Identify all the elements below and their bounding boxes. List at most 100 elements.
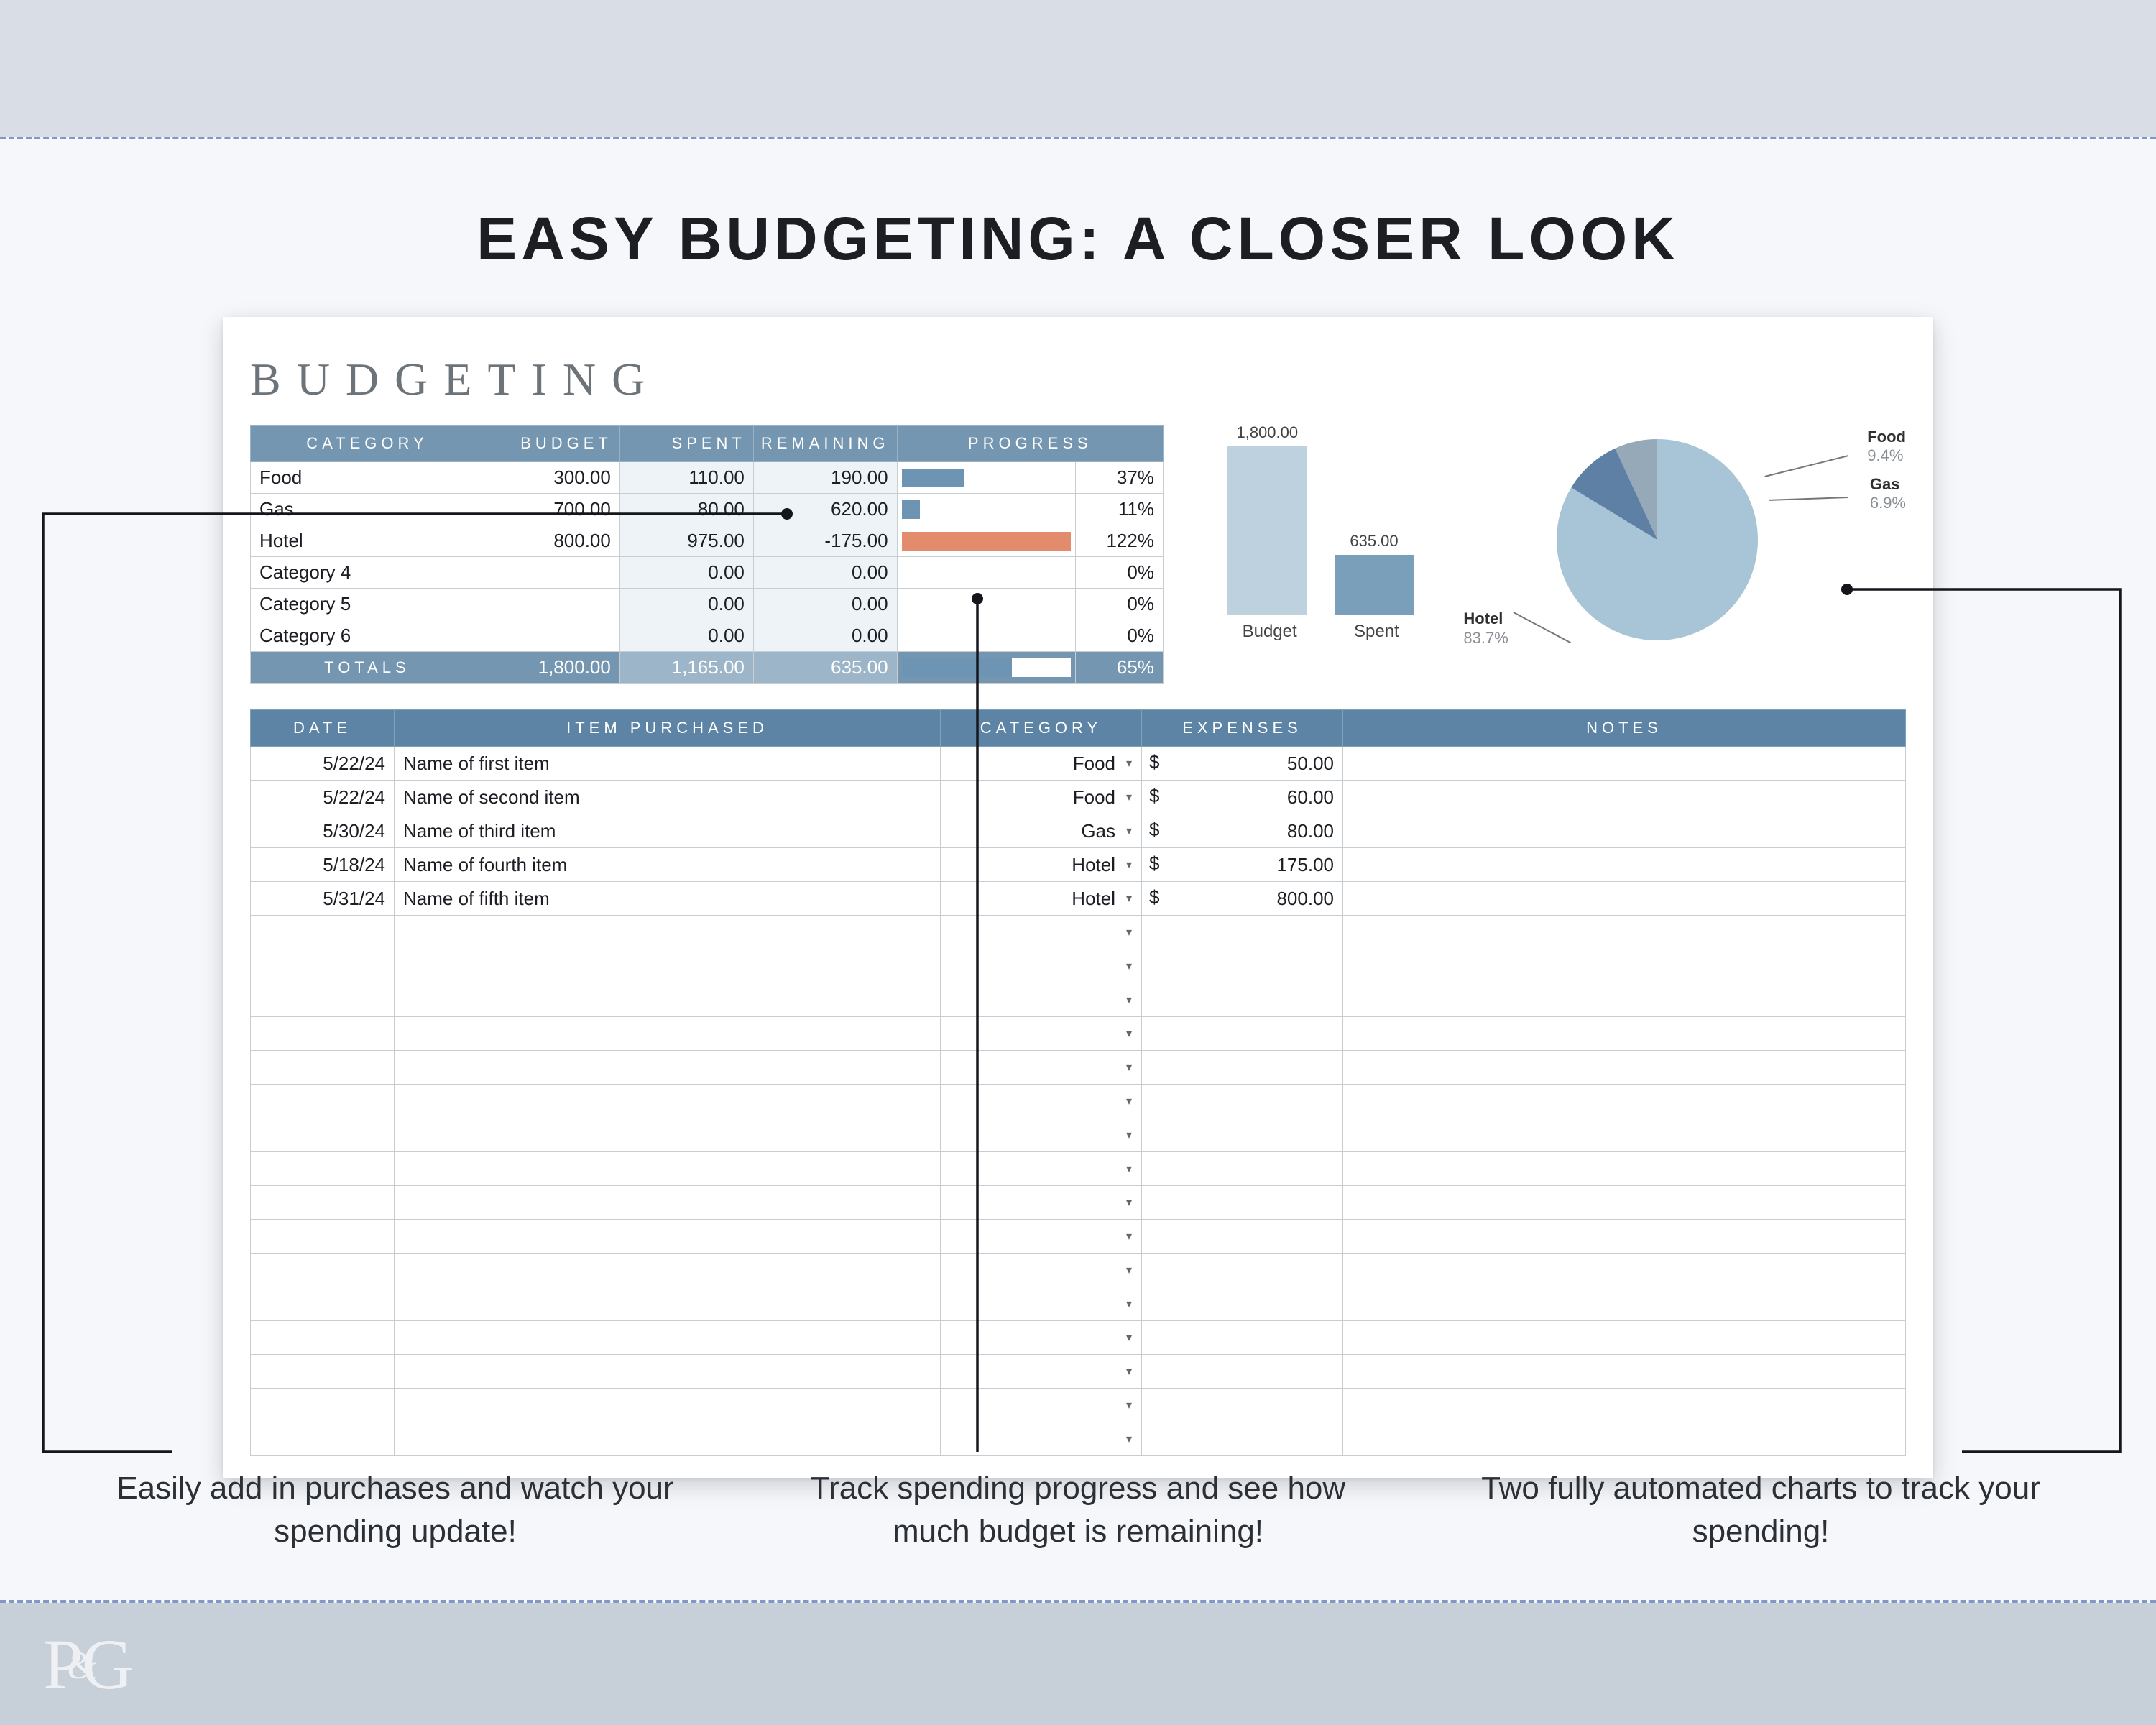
cell-category-select[interactable]: ▾ [941, 1254, 1142, 1287]
cell-date[interactable] [251, 983, 395, 1017]
cell-expense[interactable]: $60.00 [1142, 781, 1343, 814]
cell-expense[interactable] [1142, 1422, 1343, 1456]
cell-item[interactable] [395, 1017, 941, 1051]
cell-category-select[interactable]: Hotel▾ [941, 882, 1142, 916]
cell-notes[interactable] [1343, 949, 1906, 983]
chevron-down-icon[interactable]: ▾ [1118, 1296, 1137, 1312]
cell-date[interactable] [251, 1321, 395, 1355]
cell-notes[interactable] [1343, 1355, 1906, 1389]
chevron-down-icon[interactable]: ▾ [1118, 1330, 1137, 1346]
cell-expense[interactable] [1142, 1389, 1343, 1422]
cell-notes[interactable] [1343, 1017, 1906, 1051]
cell-date[interactable] [251, 1287, 395, 1321]
cell-category-select[interactable]: ▾ [941, 1220, 1142, 1254]
cell-notes[interactable] [1343, 1422, 1906, 1456]
cell-category[interactable]: Food [251, 462, 484, 494]
cell-expense[interactable] [1142, 1220, 1343, 1254]
cell-item[interactable]: Name of first item [395, 747, 941, 781]
cell-expense[interactable] [1142, 1254, 1343, 1287]
cell-category[interactable]: Gas [251, 494, 484, 525]
chevron-down-icon[interactable]: ▾ [1118, 823, 1137, 839]
cell-category-select[interactable]: ▾ [941, 1422, 1142, 1456]
cell-notes[interactable] [1343, 814, 1906, 848]
cell-expense[interactable] [1142, 1287, 1343, 1321]
cell-item[interactable]: Name of second item [395, 781, 941, 814]
cell-category-select[interactable]: ▾ [941, 949, 1142, 983]
cell-category[interactable]: Category 4 [251, 557, 484, 589]
chevron-down-icon[interactable]: ▾ [1118, 1262, 1137, 1278]
cell-category-select[interactable]: ▾ [941, 1152, 1142, 1186]
cell-date[interactable] [251, 1422, 395, 1456]
chevron-down-icon[interactable]: ▾ [1118, 1161, 1137, 1177]
cell-category-select[interactable]: ▾ [941, 916, 1142, 949]
chevron-down-icon[interactable]: ▾ [1118, 1026, 1137, 1041]
cell-budget[interactable] [484, 557, 619, 589]
cell-expense[interactable] [1142, 916, 1343, 949]
cell-expense[interactable] [1142, 1051, 1343, 1085]
chevron-down-icon[interactable]: ▾ [1118, 891, 1137, 906]
cell-date[interactable]: 5/30/24 [251, 814, 395, 848]
cell-notes[interactable] [1343, 1220, 1906, 1254]
cell-item[interactable] [395, 916, 941, 949]
cell-category-select[interactable]: ▾ [941, 1355, 1142, 1389]
cell-category-select[interactable]: ▾ [941, 1017, 1142, 1051]
cell-item[interactable] [395, 1321, 941, 1355]
cell-notes[interactable] [1343, 1118, 1906, 1152]
cell-date[interactable] [251, 1085, 395, 1118]
cell-date[interactable]: 5/31/24 [251, 882, 395, 916]
cell-category-select[interactable]: Food▾ [941, 747, 1142, 781]
cell-expense[interactable]: $800.00 [1142, 882, 1343, 916]
cell-notes[interactable] [1343, 1321, 1906, 1355]
cell-category-select[interactable]: ▾ [941, 1389, 1142, 1422]
cell-date[interactable]: 5/18/24 [251, 848, 395, 882]
chevron-down-icon[interactable]: ▾ [1118, 1431, 1137, 1447]
chevron-down-icon[interactable]: ▾ [1118, 1059, 1137, 1075]
chevron-down-icon[interactable]: ▾ [1118, 1397, 1137, 1413]
cell-notes[interactable] [1343, 1085, 1906, 1118]
chevron-down-icon[interactable]: ▾ [1118, 1228, 1137, 1244]
cell-category-select[interactable]: Gas▾ [941, 814, 1142, 848]
cell-category-select[interactable]: ▾ [941, 983, 1142, 1017]
chevron-down-icon[interactable]: ▾ [1118, 1127, 1137, 1143]
cell-item[interactable] [395, 1254, 941, 1287]
cell-budget[interactable] [484, 620, 619, 652]
cell-item[interactable] [395, 1152, 941, 1186]
cell-notes[interactable] [1343, 1254, 1906, 1287]
chevron-down-icon[interactable]: ▾ [1118, 1195, 1137, 1210]
cell-notes[interactable] [1343, 1287, 1906, 1321]
chevron-down-icon[interactable]: ▾ [1118, 1363, 1137, 1379]
cell-date[interactable] [251, 1186, 395, 1220]
cell-date[interactable] [251, 916, 395, 949]
cell-budget[interactable]: 800.00 [484, 525, 619, 557]
cell-date[interactable] [251, 1389, 395, 1422]
cell-expense[interactable] [1142, 1085, 1343, 1118]
cell-item[interactable]: Name of third item [395, 814, 941, 848]
cell-notes[interactable] [1343, 983, 1906, 1017]
cell-category-select[interactable]: ▾ [941, 1321, 1142, 1355]
cell-category-select[interactable]: ▾ [941, 1118, 1142, 1152]
chevron-down-icon[interactable]: ▾ [1118, 1093, 1137, 1109]
cell-category-select[interactable]: Hotel▾ [941, 848, 1142, 882]
cell-expense[interactable] [1142, 1355, 1343, 1389]
chevron-down-icon[interactable]: ▾ [1118, 755, 1137, 771]
cell-item[interactable]: Name of fifth item [395, 882, 941, 916]
cell-date[interactable] [251, 1051, 395, 1085]
cell-item[interactable] [395, 1085, 941, 1118]
cell-item[interactable] [395, 949, 941, 983]
cell-item[interactable] [395, 1422, 941, 1456]
cell-expense[interactable] [1142, 1118, 1343, 1152]
cell-notes[interactable] [1343, 916, 1906, 949]
cell-budget[interactable]: 700.00 [484, 494, 619, 525]
cell-item[interactable] [395, 1186, 941, 1220]
cell-notes[interactable] [1343, 781, 1906, 814]
cell-date[interactable]: 5/22/24 [251, 747, 395, 781]
cell-date[interactable] [251, 1118, 395, 1152]
cell-item[interactable] [395, 1220, 941, 1254]
cell-date[interactable] [251, 1152, 395, 1186]
cell-item[interactable] [395, 1355, 941, 1389]
cell-expense[interactable] [1142, 1017, 1343, 1051]
cell-notes[interactable] [1343, 747, 1906, 781]
cell-expense[interactable]: $80.00 [1142, 814, 1343, 848]
chevron-down-icon[interactable]: ▾ [1118, 789, 1137, 805]
cell-item[interactable]: Name of fourth item [395, 848, 941, 882]
